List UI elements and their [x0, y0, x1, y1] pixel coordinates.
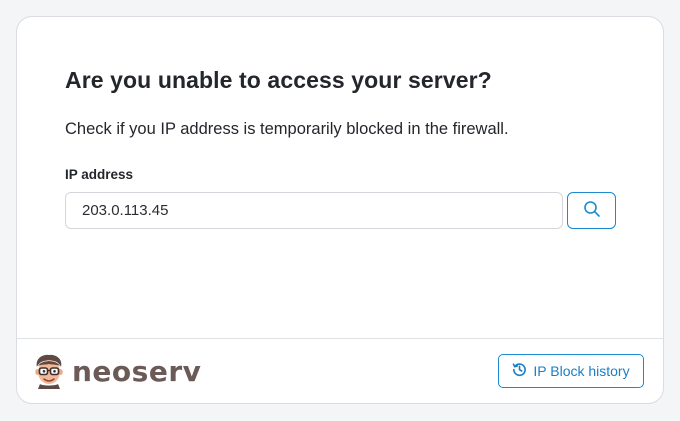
page-title: Are you unable to access your server?	[65, 67, 492, 93]
history-icon	[512, 362, 533, 380]
description-text: Check if you IP address is temporarily b…	[65, 120, 509, 138]
ip-block-history-button[interactable]: IP Block history	[498, 354, 644, 388]
brand-name: neoserv	[72, 354, 202, 388]
search-button[interactable]	[567, 192, 616, 229]
ip-block-history-label: IP Block history	[533, 363, 630, 379]
brand-logo[interactable]: neoserv	[32, 353, 201, 389]
ip-address-input[interactable]	[65, 192, 563, 229]
ip-check-card: Are you unable to access your server? Ch…	[16, 16, 664, 404]
search-icon	[583, 200, 601, 221]
card-body: Are you unable to access your server? Ch…	[17, 17, 663, 338]
card-footer: neoserv IP Block history	[17, 339, 663, 403]
mascot-icon	[32, 353, 66, 389]
ip-address-label: IP address	[65, 167, 134, 182]
